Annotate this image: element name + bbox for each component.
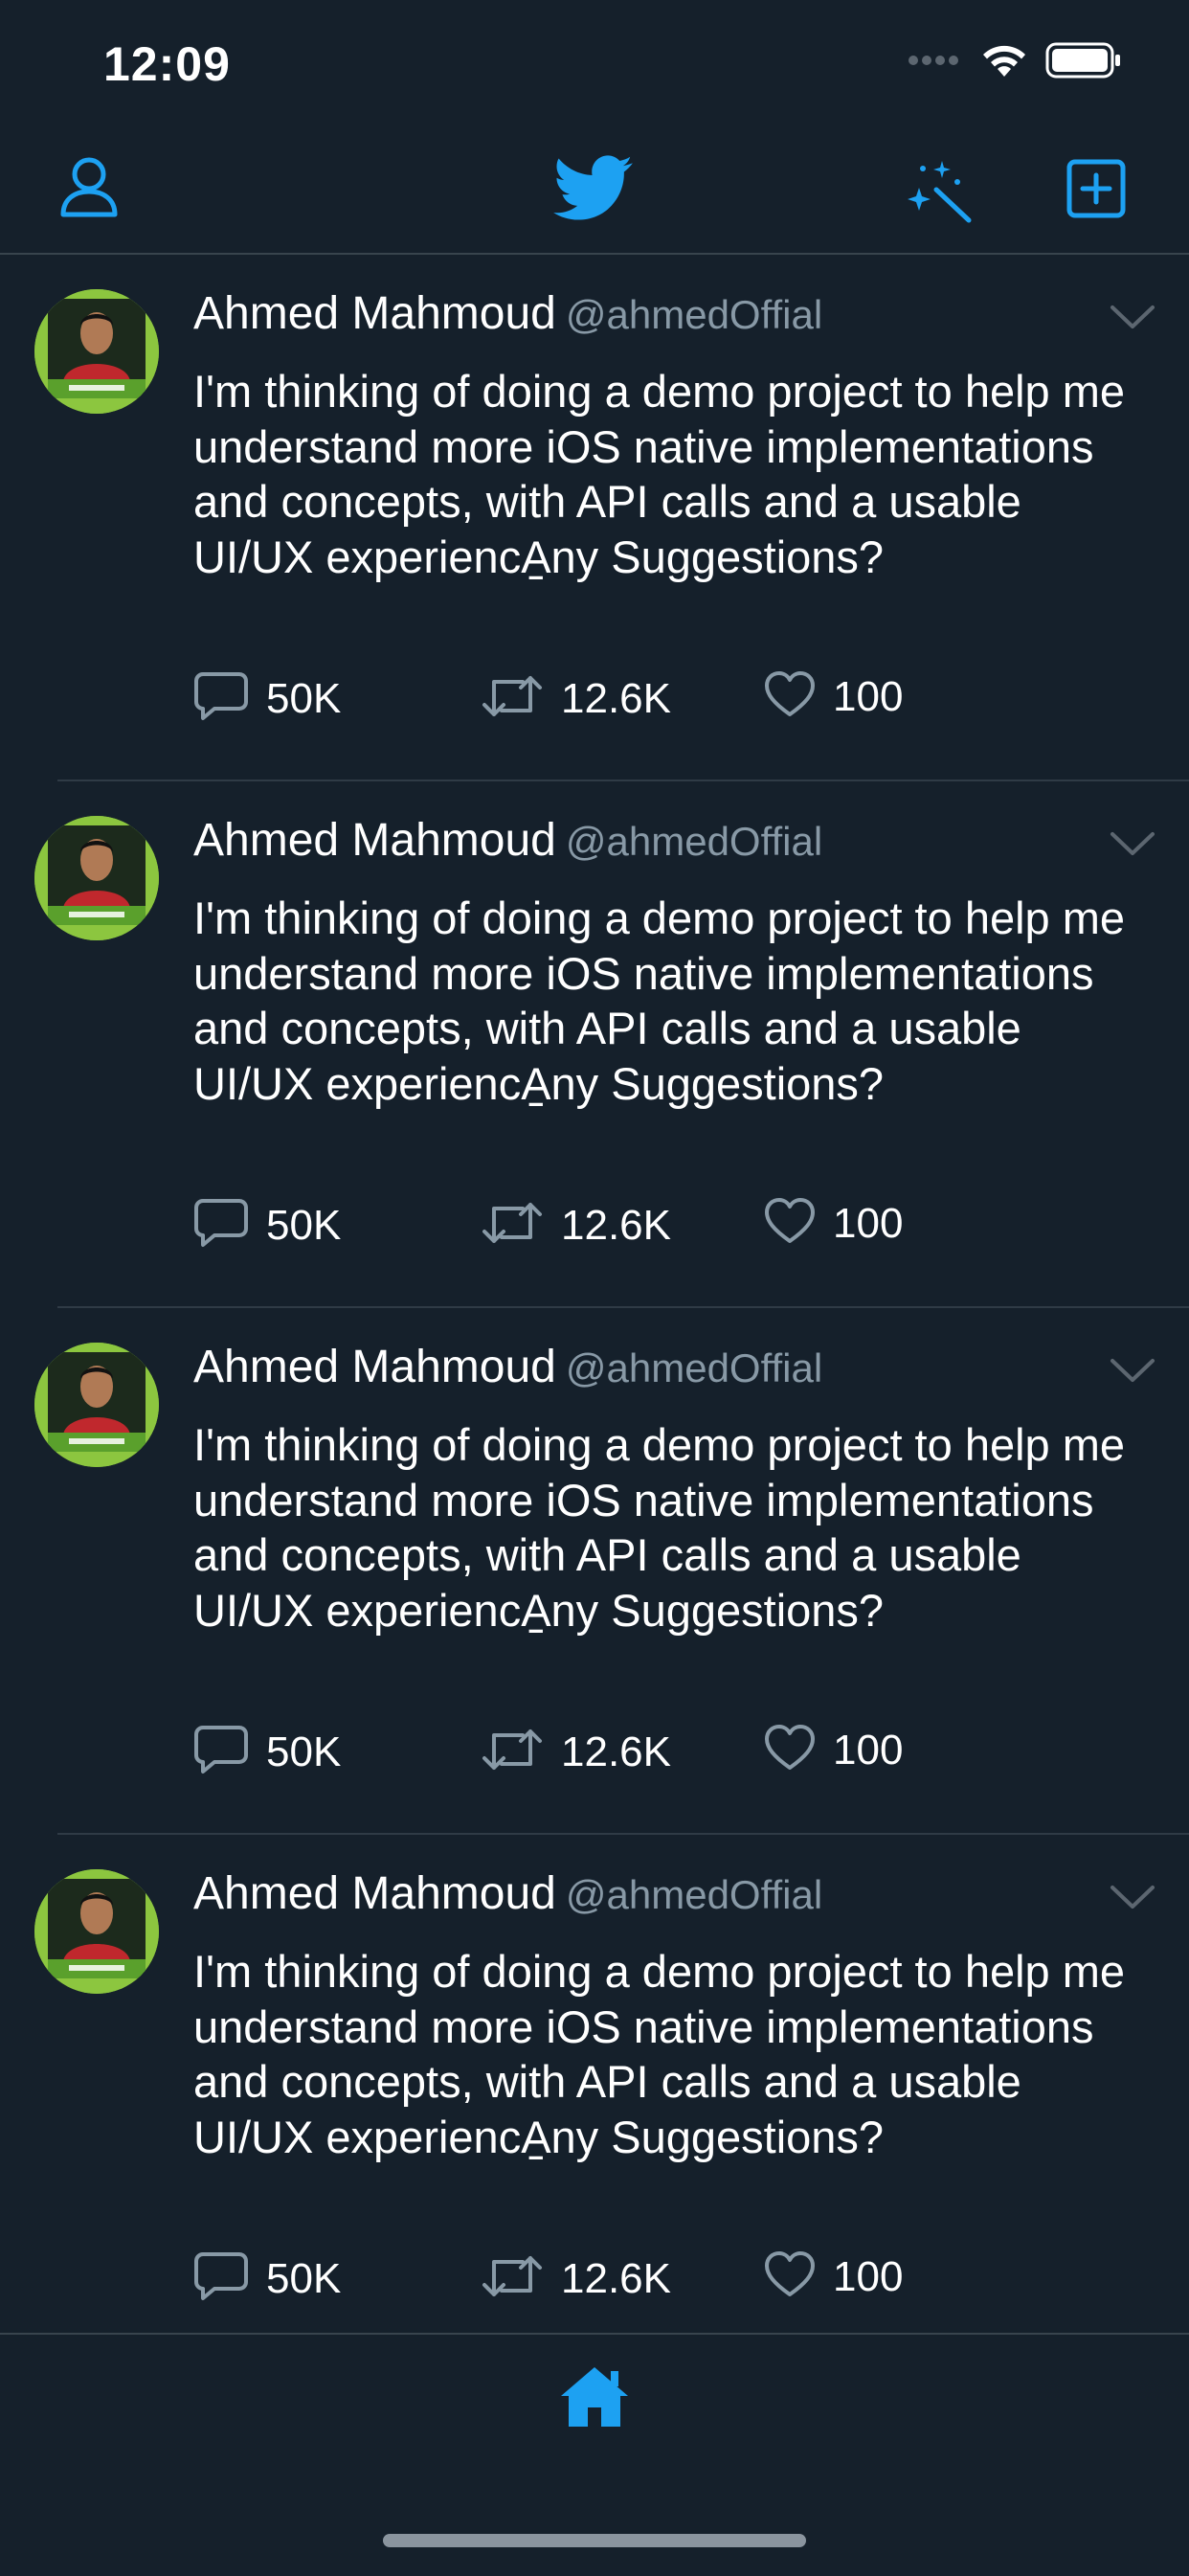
heart-icon	[764, 1197, 816, 1250]
tweet-author-handle[interactable]: @ahmedOffial	[566, 1872, 822, 1917]
reply-icon	[193, 1724, 249, 1780]
status-icons	[908, 42, 1122, 83]
tweet-author-name[interactable]: Ahmed Mahmoud	[193, 288, 556, 339]
tweet-cell[interactable]: Ahmed Mahmoud @ahmedOffial I'm thinking o…	[0, 255, 1189, 781]
heart-icon	[764, 2250, 816, 2303]
tweet-header: Ahmed Mahmoud @ahmedOffial	[193, 814, 822, 867]
signal-dots-icon	[908, 54, 963, 72]
reply-button[interactable]: 50K	[193, 1724, 341, 1780]
reply-count: 50K	[266, 2254, 342, 2302]
reply-icon	[193, 2250, 249, 2307]
avatar[interactable]	[34, 1869, 159, 1994]
tweet-cell[interactable]: Ahmed Mahmoud @ahmedOffial I'm thinking o…	[0, 781, 1189, 1308]
chevron-down-icon[interactable]	[1109, 829, 1156, 863]
home-indicator[interactable]	[383, 2534, 806, 2547]
wifi-icon	[980, 42, 1028, 83]
heart-icon	[764, 670, 816, 723]
tweet-actions: 50K 12.6K 100	[193, 2250, 1151, 2308]
retweet-button[interactable]: 12.6K	[481, 1197, 671, 1254]
tweet-author-handle[interactable]: @ahmedOffial	[566, 292, 822, 337]
reply-button[interactable]: 50K	[193, 670, 341, 727]
tweet-actions: 50K 12.6K 100	[193, 1197, 1151, 1254]
chevron-down-icon[interactable]	[1109, 1883, 1156, 1916]
tweet-cell[interactable]: Ahmed Mahmoud @ahmedOffial I'm thinking o…	[0, 1308, 1189, 1835]
status-bar: 12:09	[0, 0, 1189, 126]
tweet-author-name[interactable]: Ahmed Mahmoud	[193, 1342, 556, 1392]
retweet-button[interactable]: 12.6K	[481, 1724, 671, 1780]
retweet-count: 12.6K	[561, 2254, 671, 2302]
tweet-feed[interactable]: Ahmed Mahmoud @ahmedOffial I'm thinking o…	[0, 255, 1189, 2333]
sparkle-wand-icon[interactable]	[904, 157, 975, 229]
tweet-cell[interactable]: Ahmed Mahmoud @ahmedOffial I'm thinking o…	[0, 1835, 1189, 2333]
tweet-author-name[interactable]: Ahmed Mahmoud	[193, 1868, 556, 1919]
like-button[interactable]: 100	[764, 670, 903, 723]
home-icon[interactable]	[557, 2363, 632, 2435]
reply-count: 50K	[266, 1201, 342, 1249]
twitter-bird-logo[interactable]	[553, 155, 634, 227]
chevron-down-icon[interactable]	[1109, 1356, 1156, 1390]
compose-icon[interactable]	[1066, 159, 1126, 223]
tweet-actions: 50K 12.6K 100	[193, 670, 1151, 728]
reply-icon	[193, 1197, 249, 1254]
profile-icon[interactable]	[59, 155, 119, 223]
tweet-header: Ahmed Mahmoud @ahmedOffial	[193, 287, 822, 340]
tweet-author-handle[interactable]: @ahmedOffial	[566, 819, 822, 864]
top-nav-bar	[0, 126, 1189, 255]
tweet-text: I'm thinking of doing a demo project to …	[193, 366, 1126, 582]
like-button[interactable]: 100	[764, 1724, 903, 1776]
status-time: 12:09	[103, 37, 231, 91]
avatar[interactable]	[34, 289, 159, 414]
like-count: 100	[833, 672, 904, 720]
like-count: 100	[833, 1726, 904, 1774]
reply-button[interactable]: 50K	[193, 1197, 341, 1254]
tweet-text: I'm thinking of doing a demo project to …	[193, 1419, 1126, 1636]
retweet-button[interactable]: 12.6K	[481, 2250, 671, 2307]
tweet-header: Ahmed Mahmoud @ahmedOffial	[193, 1341, 822, 1393]
retweet-icon	[481, 670, 544, 727]
like-count: 100	[833, 2252, 904, 2300]
retweet-button[interactable]: 12.6K	[481, 670, 671, 727]
retweet-icon	[481, 2250, 544, 2307]
tweet-author-handle[interactable]: @ahmedOffial	[566, 1345, 822, 1390]
like-button[interactable]: 100	[764, 1197, 903, 1250]
retweet-icon	[481, 1724, 544, 1780]
tweet-header: Ahmed Mahmoud @ahmedOffial	[193, 1867, 822, 1920]
retweet-icon	[481, 1197, 544, 1254]
retweet-count: 12.6K	[561, 1201, 671, 1249]
avatar[interactable]	[34, 816, 159, 940]
like-button[interactable]: 100	[764, 2250, 903, 2303]
retweet-count: 12.6K	[561, 674, 671, 722]
tweet-text: I'm thinking of doing a demo project to …	[193, 893, 1126, 1109]
avatar[interactable]	[34, 1343, 159, 1467]
chevron-down-icon[interactable]	[1109, 303, 1156, 336]
heart-icon	[764, 1724, 816, 1776]
reply-button[interactable]: 50K	[193, 2250, 341, 2307]
reply-count: 50K	[266, 1728, 342, 1775]
like-count: 100	[833, 1199, 904, 1247]
retweet-count: 12.6K	[561, 1728, 671, 1775]
tweet-actions: 50K 12.6K 100	[193, 1724, 1151, 1781]
reply-count: 50K	[266, 674, 342, 722]
tweet-text: I'm thinking of doing a demo project to …	[193, 1946, 1126, 2162]
reply-icon	[193, 670, 249, 727]
tweet-author-name[interactable]: Ahmed Mahmoud	[193, 815, 556, 866]
battery-icon	[1045, 42, 1122, 83]
